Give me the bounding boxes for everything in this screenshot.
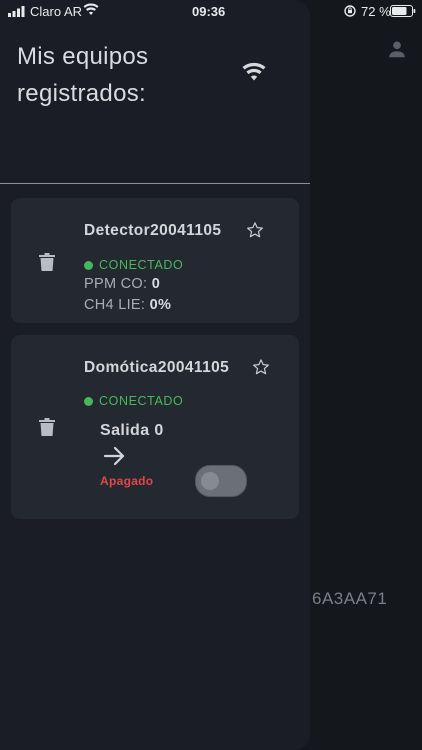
reading-label: CH4 LIE: (84, 297, 146, 313)
drawer-title: Mis equipos registrados: (17, 43, 149, 107)
connection-status-text: CONECTADO (99, 258, 184, 272)
battery-icon (390, 5, 416, 17)
trash-icon[interactable] (39, 418, 55, 436)
clock: 09:36 (192, 4, 226, 19)
rotation-lock-icon (344, 5, 356, 17)
cell-signal-icon (8, 6, 25, 17)
device-name: Detector20041105 (84, 222, 222, 239)
reading-value: 0 (151, 276, 161, 292)
reading-value: 0% (149, 297, 172, 313)
reading-ppm-co: PPM CO: 0 (84, 276, 160, 292)
wifi-status-icon (83, 3, 99, 16)
connection-status: CONECTADO (84, 394, 183, 408)
arrow-right-icon (103, 446, 125, 466)
reading-ch4-lie: CH4 LIE: 0% (84, 297, 171, 313)
device-name: Domótica20041105 (84, 359, 230, 376)
status-dot (84, 397, 93, 406)
connection-status-text: CONECTADO (99, 394, 184, 408)
device-card-detector[interactable]: Detector20041105 CONECTADO PPM CO: 0 CH4… (11, 198, 299, 323)
carrier-name: Claro AR (30, 4, 83, 19)
battery-percentage: 72 % (361, 4, 391, 19)
status-dot (84, 261, 93, 270)
reading-label: PPM CO: (84, 276, 148, 292)
output-state-label: Apagado (100, 474, 154, 488)
drawer-divider (0, 183, 310, 184)
output-toggle-switch[interactable] (195, 465, 247, 497)
toggle-knob (201, 472, 219, 490)
star-icon[interactable] (246, 221, 264, 239)
background-device-id: 6A3AA71 (312, 589, 388, 608)
devices-drawer: Mis equipos registrados: Detector2004110… (0, 0, 310, 750)
connection-status: CONECTADO (84, 258, 183, 272)
output-label: Salida 0 (100, 422, 164, 439)
trash-icon[interactable] (39, 253, 55, 271)
star-icon[interactable] (252, 358, 270, 376)
user-icon[interactable] (386, 38, 408, 60)
device-card-domotica[interactable]: Domótica20041105 CONECTADO Salida 0 Apag… (11, 335, 299, 519)
status-bar: Claro AR 09:36 72 % (0, 0, 422, 24)
wifi-icon[interactable] (242, 62, 266, 82)
